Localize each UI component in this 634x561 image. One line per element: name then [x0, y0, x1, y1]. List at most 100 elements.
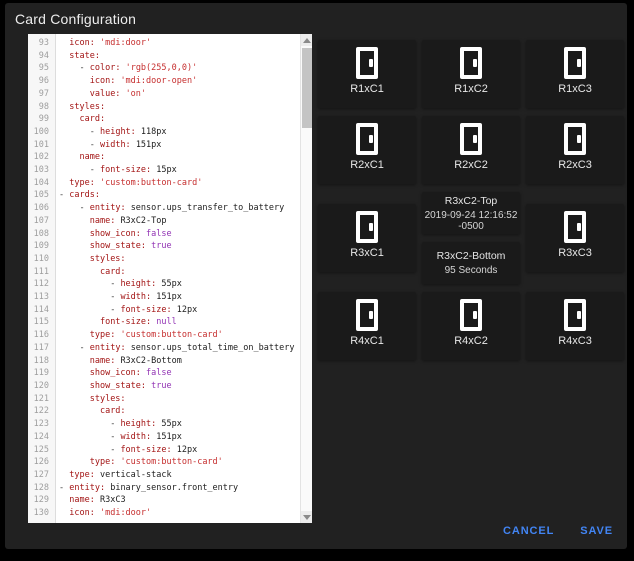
code-token: 'on' [126, 89, 146, 99]
code-token [59, 76, 90, 86]
code-token [59, 178, 69, 188]
line-number: 117 [28, 342, 55, 355]
code-token [59, 152, 79, 162]
door-icon [356, 211, 378, 243]
code-token: entity: [90, 203, 126, 213]
code-token: value: [90, 89, 121, 99]
line-number: 101 [28, 139, 55, 152]
line-number: 122 [28, 405, 55, 418]
preview-card-r3xc3[interactable]: R3xC3 [526, 204, 624, 272]
code-text: icon: 'mdi:door' [55, 507, 151, 520]
code-token: sensor.ups_total_time_on_battery [131, 343, 295, 353]
code-token: true [151, 381, 171, 391]
card-name: R3xC2-Top [422, 195, 520, 207]
code-text: styles: [55, 393, 126, 406]
code-token: 12px [177, 305, 197, 315]
code-token: font-size: [120, 445, 171, 455]
line-number: 98 [28, 101, 55, 114]
door-icon [564, 299, 586, 331]
preview-card-r2xc1[interactable]: R2xC1 [318, 116, 416, 184]
preview-card-r4xc3[interactable]: R4xC3 [526, 292, 624, 360]
preview-card-r4xc2[interactable]: R4xC2 [422, 292, 520, 360]
code-token [59, 406, 100, 416]
line-number: 121 [28, 393, 55, 406]
code-token [59, 38, 69, 48]
card-configuration-dialog: Card Configuration 93 icon: 'mdi:door'94… [5, 3, 627, 549]
line-number: 96 [28, 75, 55, 88]
code-token: icon: [69, 508, 95, 518]
preview-card-r3xc2-top[interactable]: R3xC2-Top2019-09-24 12:16:52 -0500 [422, 192, 520, 234]
preview-card-r2xc2[interactable]: R2xC2 [422, 116, 520, 184]
code-token [59, 241, 90, 251]
preview-card-r3xc1[interactable]: R3xC1 [318, 204, 416, 272]
code-token: styles: [69, 102, 105, 112]
code-token [59, 445, 110, 455]
preview-card-r1xc3[interactable]: R1xC3 [526, 40, 624, 108]
code-text: - entity: sensor.ups_total_time_on_batte… [55, 342, 294, 355]
code-text: icon: 'mdi:door' [55, 37, 151, 50]
code-token [59, 305, 110, 315]
code-token: - [90, 140, 100, 150]
code-token: - [59, 483, 69, 493]
line-number: 118 [28, 355, 55, 368]
preview-card-r1xc2[interactable]: R1xC2 [422, 40, 520, 108]
code-text: show_state: true [55, 240, 172, 253]
code-token: color: [90, 63, 121, 73]
dialog-title: Card Configuration [15, 11, 136, 27]
code-line: 95 - color: 'rgb(255,0,0)' [28, 62, 300, 75]
code-token: sensor.ups_transfer_to_battery [131, 203, 285, 213]
door-icon [356, 47, 378, 79]
line-number: 130 [28, 507, 55, 520]
code-token [59, 254, 90, 264]
code-token [59, 470, 69, 480]
code-token: 'custom:button-card' [100, 178, 202, 188]
code-text: - height: 55px [55, 418, 182, 431]
save-button[interactable]: SAVE [574, 521, 619, 541]
code-token: font-size: [120, 305, 171, 315]
line-number: 107 [28, 215, 55, 228]
code-token [59, 356, 90, 366]
code-token [59, 89, 90, 99]
code-line: 128- entity: binary_sensor.front_entry [28, 482, 300, 495]
line-number: 116 [28, 329, 55, 342]
code-token: type: [69, 178, 95, 188]
card-label: R2xC3 [526, 159, 624, 171]
code-token: width: [100, 140, 131, 150]
code-text: show_icon: false [55, 367, 172, 380]
code-token: 'mdi:door' [100, 508, 151, 518]
scroll-up-icon[interactable] [301, 34, 312, 46]
code-token: 'custom:button-card' [120, 457, 222, 467]
preview-card-r3xc2-bottom[interactable]: R3xC2-Bottom95 Seconds [422, 242, 520, 284]
code-token [59, 330, 90, 340]
cancel-button[interactable]: CANCEL [497, 521, 560, 541]
line-number: 114 [28, 304, 55, 317]
code-token [59, 381, 90, 391]
preview-cell: R2xC2 [422, 116, 520, 184]
code-token: entity: [90, 343, 126, 353]
preview-cell: R4xC3 [526, 292, 624, 360]
code-token: show_icon: [90, 229, 141, 239]
editor-scrollbar[interactable] [300, 34, 312, 523]
code-text: - entity: sensor.ups_transfer_to_battery [55, 202, 284, 215]
scroll-down-icon[interactable] [301, 511, 312, 523]
preview-cell: R4xC1 [318, 292, 416, 360]
scrollbar-thumb[interactable] [302, 48, 312, 128]
code-token: - [79, 63, 89, 73]
code-text: - width: 151px [55, 139, 161, 152]
code-token: name: [90, 356, 116, 366]
preview-card-r4xc1[interactable]: R4xC1 [318, 292, 416, 360]
code-text: - height: 118px [55, 126, 167, 139]
code-token: height: [120, 279, 156, 289]
code-text: icon: 'mdi:door-open' [55, 75, 197, 88]
code-token: height: [100, 127, 136, 137]
code-token: - [79, 343, 89, 353]
code-token: show_state: [90, 381, 146, 391]
code-line: 110 styles: [28, 253, 300, 266]
yaml-editor[interactable]: 93 icon: 'mdi:door'94 state:95 - color: … [28, 34, 312, 523]
preview-card-r2xc3[interactable]: R2xC3 [526, 116, 624, 184]
preview-card-r1xc1[interactable]: R1xC1 [318, 40, 416, 108]
preview-cell: R3xC3 [526, 192, 624, 284]
code-line: 130 icon: 'mdi:door' [28, 507, 300, 520]
code-line: 100 - height: 118px [28, 126, 300, 139]
code-text: font-size: null [55, 316, 177, 329]
